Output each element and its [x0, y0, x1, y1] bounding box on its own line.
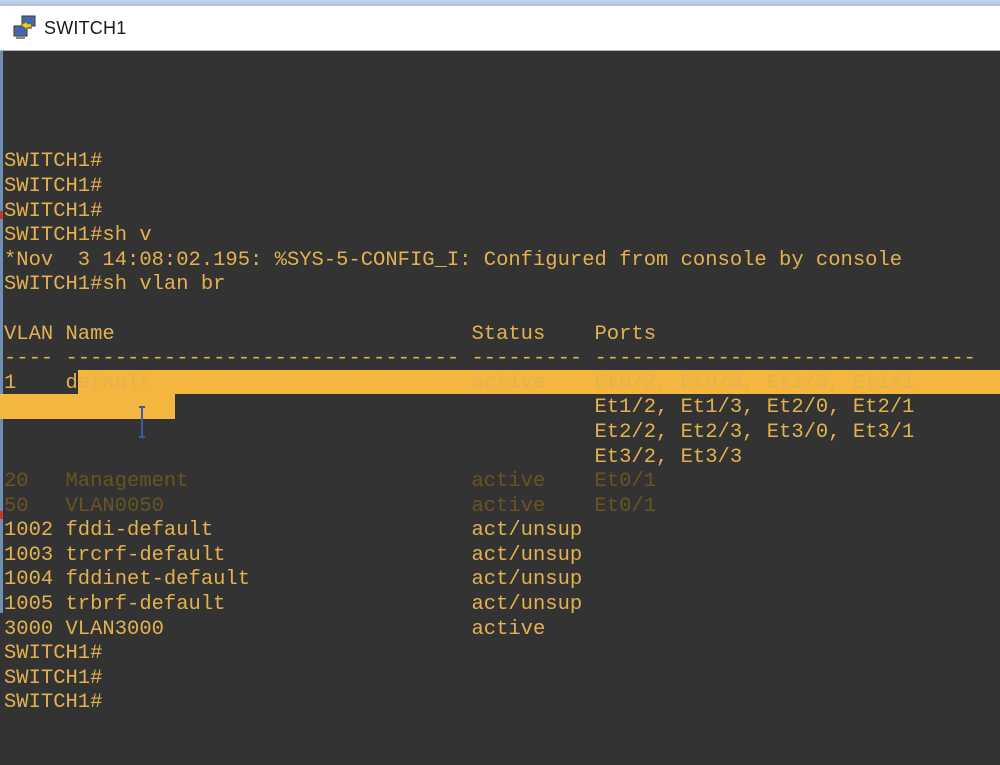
window-left-border	[0, 51, 3, 613]
terminal-line: 1002 fddi-default act/unsup	[4, 519, 583, 543]
terminal-line: 1005 trbrf-default act/unsup	[4, 593, 583, 617]
terminal-line: SWITCH1#	[4, 150, 103, 174]
left-edge-marker	[0, 211, 3, 219]
terminal-line: SWITCH1#	[4, 642, 103, 666]
terminal-line: Et1/2, Et1/3, Et2/0, Et2/1	[4, 396, 915, 420]
terminal-line: SWITCH1#	[4, 691, 103, 715]
terminal-line: *Nov 3 14:08:02.195: %SYS-5-CONFIG_I: Co…	[4, 248, 903, 272]
terminal-line: 20 Management active Et0/1	[4, 470, 657, 494]
terminal-line: 1004 fddinet-default act/unsup	[4, 568, 583, 592]
terminal-line: ---- -------------------------------- --…	[4, 347, 976, 371]
terminal-line: SWITCH1#	[4, 174, 103, 198]
terminal-line: 1 default active Et0/2, Et0/3, Et1/0, Et…	[4, 371, 915, 395]
terminal-line: VLAN Name Status Ports	[4, 322, 657, 346]
terminal-line: SWITCH1#	[4, 199, 103, 223]
terminal-line: SWITCH1#sh v	[4, 224, 152, 248]
title-bar[interactable]: SWITCH1	[0, 6, 1000, 51]
terminal-line: 50 VLAN0050 active Et0/1	[4, 494, 657, 518]
network-terminal-icon	[12, 15, 38, 41]
terminal-line: SWITCH1#sh vlan br	[4, 273, 226, 297]
terminal-line: 1003 trcrf-default act/unsup	[4, 543, 583, 567]
left-edge-marker	[0, 511, 3, 519]
window-title: SWITCH1	[44, 17, 127, 38]
terminal-line: Et3/2, Et3/3	[4, 445, 743, 469]
terminal-line: Et2/2, Et2/3, Et3/0, Et3/1	[4, 420, 915, 444]
terminal-output[interactable]: SWITCH1# SWITCH1# SWITCH1# SWITCH1#sh v *Nov…	[0, 52, 1000, 714]
terminal-line: 3000 VLAN3000 active	[4, 617, 546, 641]
text-cursor-ibeam-icon	[89, 381, 146, 438]
terminal-lines: SWITCH1# SWITCH1# SWITCH1# SWITCH1#sh v *Nov…	[4, 150, 1000, 716]
terminal-line: SWITCH1#	[4, 666, 103, 690]
